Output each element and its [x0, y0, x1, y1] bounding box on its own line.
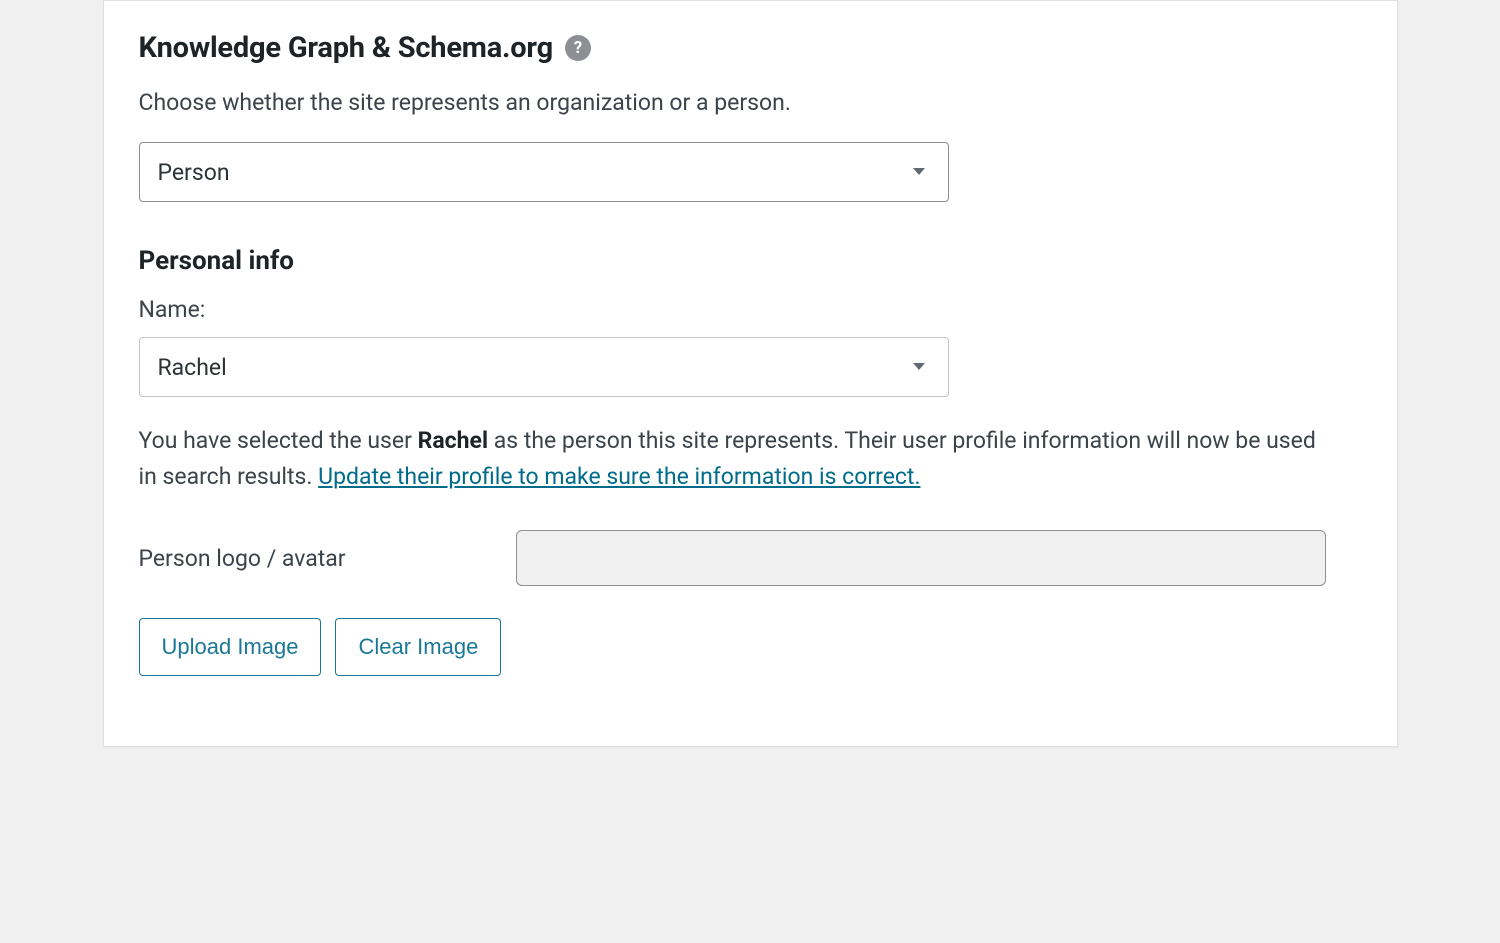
info-user-name: Rachel [418, 427, 488, 454]
entity-type-select-wrap: Person [139, 142, 949, 202]
chevron-down-icon [912, 167, 926, 177]
settings-panel: Knowledge Graph & Schema.org ? Choose wh… [103, 0, 1398, 747]
chevron-down-icon [912, 362, 926, 372]
name-label: Name: [139, 296, 1362, 323]
name-select[interactable]: Rachel [139, 337, 949, 397]
info-prefix: You have selected the user [139, 427, 418, 454]
avatar-row: Person logo / avatar [139, 530, 1362, 586]
clear-image-button[interactable]: Clear Image [335, 618, 501, 676]
entity-type-select[interactable]: Person [139, 142, 949, 202]
section-header-row: Knowledge Graph & Schema.org ? [139, 31, 1362, 65]
entity-type-value: Person [158, 159, 230, 186]
profile-info-text: You have selected the user Rachel as the… [139, 423, 1319, 494]
section-description: Choose whether the site represents an or… [139, 89, 1362, 116]
avatar-label: Person logo / avatar [139, 545, 346, 572]
personal-info-heading: Personal info [139, 246, 1362, 276]
section-title: Knowledge Graph & Schema.org [139, 31, 553, 65]
upload-image-button[interactable]: Upload Image [139, 618, 322, 676]
name-select-value: Rachel [158, 354, 227, 381]
help-icon[interactable]: ? [565, 35, 591, 61]
name-select-wrap: Rachel [139, 337, 949, 397]
update-profile-link[interactable]: Update their profile to make sure the in… [318, 463, 920, 490]
button-row: Upload Image Clear Image [139, 618, 1362, 676]
avatar-input[interactable] [516, 530, 1326, 586]
